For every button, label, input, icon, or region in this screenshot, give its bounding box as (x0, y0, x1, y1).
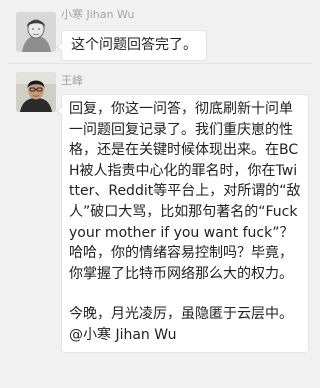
sender-name[interactable]: 小寒 Jihan Wu (61, 8, 134, 22)
message-paragraph: 回复，你这一问答，彻底刷新十问单一问题回复记录了。我们重庆崽的性格，还是在关键时… (69, 101, 301, 282)
message-bubble[interactable]: 回复，你这一问答，彻底刷新十问单一问题回复记录了。我们重庆崽的性格，还是在关键时… (56, 94, 309, 353)
message-text: 这个问题回答完了。 (71, 37, 197, 53)
sketch-portrait-avatar-icon (16, 12, 56, 52)
photo-portrait-avatar-icon (16, 72, 56, 112)
avatar[interactable] (16, 72, 56, 112)
message-bubble[interactable]: 这个问题回答完了。 (56, 30, 207, 61)
chat-message-2: 王峰 回复，你这一问答，彻底刷新十问单一问题回复记录了。我们重庆崽的性格，还是在… (0, 68, 320, 388)
avatar[interactable] (16, 12, 56, 52)
chat-message-1: 小寒 Jihan Wu 这个问题回答完了。 (0, 0, 320, 68)
sender-name[interactable]: 王峰 (61, 74, 83, 88)
message-paragraph: 今晚，月光凌厉，虽隐匿于云层中。@小寒 Jihan Wu (69, 306, 293, 343)
divider (8, 63, 312, 64)
